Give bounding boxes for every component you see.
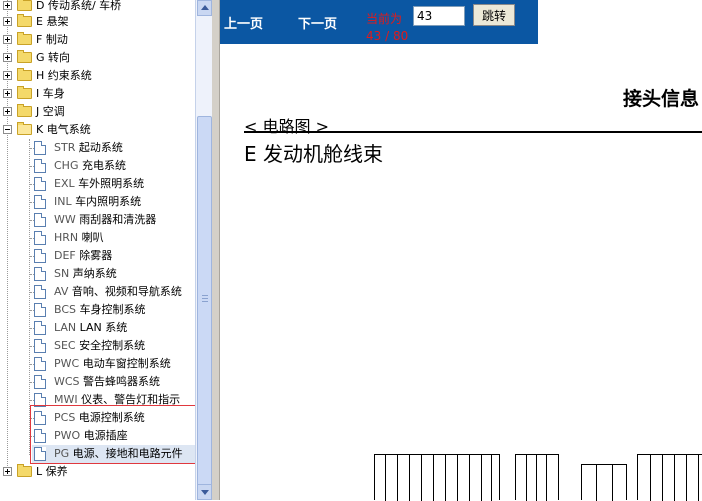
document-viewer — [212, 0, 702, 500]
document-icon — [34, 267, 46, 281]
page-count: 43 / 80 — [366, 29, 409, 43]
navigation-tree: D 传动系统/ 车桥 E 悬架 F 制动 G 转向 H 约束系统 I 车身 J … — [0, 0, 195, 500]
scroll-up-button[interactable] — [197, 0, 212, 16]
tree-child-av[interactable]: AV 音响、视频和导航系统 — [0, 283, 195, 301]
collapse-icon[interactable] — [3, 125, 12, 134]
expand-icon[interactable] — [3, 1, 12, 10]
folder-icon — [17, 14, 32, 27]
expand-icon[interactable] — [3, 17, 12, 26]
tree-child-wcs[interactable]: WCS 警告蜂鸣器系统 — [0, 373, 195, 391]
tree-child-str[interactable]: STR 起动系统 — [0, 139, 195, 157]
expand-icon[interactable] — [3, 107, 12, 116]
expand-icon[interactable] — [3, 89, 12, 98]
document-icon — [34, 141, 46, 155]
tree-scrollbar[interactable] — [195, 0, 212, 500]
tree-item-label: F 制动 — [36, 33, 68, 46]
tree-child-inl[interactable]: INL 车内照明系统 — [0, 193, 195, 211]
tree-item-label: L 保养 — [36, 465, 68, 478]
next-page-link[interactable]: 下一页 — [298, 13, 337, 32]
tree-child-label: WCS 警告蜂鸣器系统 — [54, 375, 161, 388]
tree-item-label: I 车身 — [36, 87, 65, 100]
document-icon — [34, 321, 46, 335]
selection-highlight — [30, 405, 195, 464]
diagram-label: < 电路图 > — [244, 117, 329, 136]
arrow-down-icon — [201, 490, 209, 495]
tree-child-label: CHG 充电系统 — [54, 159, 126, 172]
folder-icon — [17, 68, 32, 81]
document-icon — [34, 231, 46, 245]
folder-open-icon — [17, 122, 32, 135]
tree-item-label: H 约束系统 — [36, 69, 92, 82]
expand-icon[interactable] — [3, 467, 12, 476]
tree-child-def[interactable]: DEF 除雾器 — [0, 247, 195, 265]
document-icon — [34, 339, 46, 353]
tree-child-bcs[interactable]: BCS 车身控制系统 — [0, 301, 195, 319]
tree-child-sn[interactable]: SN 声纳系统 — [0, 265, 195, 283]
tree-child-label: EXL 车外照明系统 — [54, 177, 145, 190]
page-number-input[interactable] — [413, 6, 465, 26]
jump-button[interactable]: 跳转 — [473, 4, 515, 26]
tree-child-label: WW 雨刮器和清洗器 — [54, 213, 157, 226]
page-heading: 接头信息 — [623, 88, 700, 110]
tree-child-ww[interactable]: WW 雨刮器和清洗器 — [0, 211, 195, 229]
tree-child-label: SN 声纳系统 — [54, 267, 117, 280]
expand-icon[interactable] — [3, 35, 12, 44]
tree-item-label: J 空调 — [36, 105, 65, 118]
connector-drawing — [637, 454, 702, 501]
heading-divider — [244, 131, 702, 133]
tree-child-lan[interactable]: LAN LAN 系统 — [0, 319, 195, 337]
document-icon — [34, 195, 46, 209]
folder-icon — [17, 50, 32, 63]
expand-icon[interactable] — [3, 71, 12, 80]
current-page-label: 当前为 — [366, 12, 403, 26]
scroll-thumb[interactable] — [197, 116, 212, 486]
connector-drawing — [515, 454, 559, 501]
page-toolbar: 上一页 下一页 当前为 跳转 43 / 80 — [220, 0, 538, 44]
tree-child-label: BCS 车身控制系统 — [54, 303, 146, 316]
document-icon — [34, 213, 46, 227]
folder-icon — [17, 32, 32, 45]
tree-child-label: LAN LAN 系统 — [54, 321, 128, 334]
tree-child-label: STR 起动系统 — [54, 141, 123, 154]
folder-icon — [17, 464, 32, 477]
tree-child-label: PWC 电动车窗控制系统 — [54, 357, 171, 370]
tree-item-label: G 转向 — [36, 51, 71, 64]
scroll-down-button[interactable] — [197, 484, 212, 500]
document-icon — [34, 249, 46, 263]
tree-child-label: INL 车内照明系统 — [54, 195, 142, 208]
tree-child-label: HRN 喇叭 — [54, 231, 104, 244]
tree-child-label: SEC 安全控制系统 — [54, 339, 146, 352]
document-icon — [34, 177, 46, 191]
connector-drawing — [581, 464, 627, 501]
folder-icon — [17, 104, 32, 117]
tree-child-chg[interactable]: CHG 充电系统 — [0, 157, 195, 175]
prev-page-link[interactable]: 上一页 — [224, 13, 263, 32]
folder-icon — [17, 86, 32, 99]
tree-child-label: DEF 除雾器 — [54, 249, 113, 262]
tree-item-label: K 电气系统 — [36, 123, 91, 136]
connector-drawing — [374, 454, 500, 501]
section-title: E 发动机舱线束 — [244, 142, 383, 166]
folder-icon — [17, 0, 32, 11]
expand-icon[interactable] — [3, 53, 12, 62]
document-icon — [34, 303, 46, 317]
tree-child-sec[interactable]: SEC 安全控制系统 — [0, 337, 195, 355]
tree-child-pwc[interactable]: PWC 电动车窗控制系统 — [0, 355, 195, 373]
tree-child-exl[interactable]: EXL 车外照明系统 — [0, 175, 195, 193]
frame-splitter[interactable] — [212, 0, 220, 500]
document-icon — [34, 285, 46, 299]
arrow-up-icon — [201, 5, 209, 10]
tree-child-hrn[interactable]: HRN 喇叭 — [0, 229, 195, 247]
tree-child-label: AV 音响、视频和导航系统 — [54, 285, 182, 298]
document-icon — [34, 375, 46, 389]
tree-item-label: E 悬架 — [36, 15, 69, 28]
document-icon — [34, 357, 46, 371]
document-icon — [34, 159, 46, 173]
